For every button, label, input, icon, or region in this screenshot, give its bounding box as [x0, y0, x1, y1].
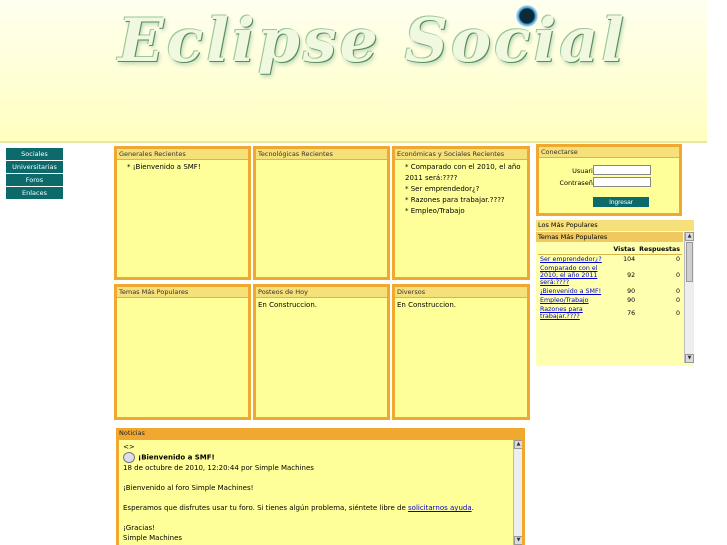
site-logo-title: Eclipse Social — [118, 6, 627, 76]
topic-link[interactable]: ¡Bienvenido a SMF! — [540, 288, 601, 295]
scroll-up-icon[interactable]: ▲ — [685, 232, 694, 241]
login-box: Conectarse Usuario: Contraseña: Ingresar — [536, 144, 682, 216]
panel-title: Generales Recientes — [117, 149, 248, 160]
panel-title: Tecnológicas Recientes — [256, 149, 387, 160]
panel-list-item[interactable]: * Comparado con el 2010, el año 2011 ser… — [399, 162, 523, 184]
scroll-down-icon[interactable]: ▼ — [514, 536, 522, 545]
eclipse-icon — [516, 5, 538, 27]
panel-title: Temas Más Populares — [117, 287, 248, 298]
views-cell: 92 — [627, 272, 636, 279]
popular-title: Los Más Populares — [536, 220, 694, 231]
username-input[interactable] — [593, 165, 651, 175]
panel-title: Posteos de Hoy — [256, 287, 387, 298]
help-link[interactable]: solicitarnos ayuda — [408, 504, 472, 512]
news-content: <> ¡Bienvenido a SMF! 18 de octubre de 2… — [119, 440, 522, 545]
replies-cell: 0 — [675, 256, 680, 263]
panel-text: En Construccion. — [397, 301, 456, 309]
replies-cell: 0 — [675, 288, 680, 295]
topic-link[interactable]: Comparado con el 2010, el año 2011 será:… — [540, 265, 597, 286]
news-paragraph-3: ¡Gracias! — [123, 524, 155, 532]
news-paragraph-2: Esperamos que disfrutes usar tu foro. Si… — [123, 503, 507, 513]
nav-item-foros[interactable]: Foros — [6, 174, 63, 187]
panel-generales-recientes: Generales Recientes * ¡Bienvenido a SMF! — [114, 146, 251, 280]
table-row: Ser emprendedor¿? 104 0 — [538, 255, 682, 265]
news-box: Noticias <> ¡Bienvenido a SMF! 18 de oct… — [116, 428, 525, 545]
news-paragraph-2-end: . — [471, 504, 474, 512]
popular-scrollbar[interactable]: ▲ ▼ — [684, 232, 694, 363]
replies-cell: 0 — [675, 297, 680, 304]
replies-cell: 0 — [675, 309, 680, 317]
views-cell: 90 — [627, 288, 636, 295]
side-nav: Sociales Universitarias Foros Enlaces — [6, 148, 63, 200]
views-column-header: Vistas — [611, 244, 638, 255]
news-signature: Simple Machines — [123, 534, 183, 542]
post-icon — [123, 452, 135, 463]
popular-box: Los Más Populares Temas Más Populares Vi… — [536, 220, 694, 366]
news-nav-arrows[interactable]: <> — [123, 442, 507, 452]
news-meta: 18 de octubre de 2010, 12:20:44 por Simp… — [123, 464, 314, 472]
password-row: Contraseña: — [539, 177, 685, 189]
news-scrollbar[interactable]: ▲ ▼ — [513, 440, 522, 545]
panel-list-item[interactable]: * Razones para trabajar.???? — [399, 195, 523, 206]
replies-column-header: Respuestas — [637, 244, 682, 255]
scroll-up-icon[interactable]: ▲ — [514, 440, 522, 449]
scroll-down-icon[interactable]: ▼ — [685, 354, 694, 363]
panel-list-item[interactable]: * ¡Bienvenido a SMF! — [121, 162, 244, 173]
replies-cell: 0 — [675, 272, 680, 279]
login-button[interactable]: Ingresar — [593, 197, 649, 207]
nav-item-universitarias[interactable]: Universitarias — [6, 161, 63, 174]
table-row: Empleo/Trabajo 90 0 — [538, 296, 682, 305]
views-cell: 104 — [623, 256, 636, 263]
scroll-thumb[interactable] — [686, 242, 693, 282]
topic-link[interactable]: Empleo/Trabajo — [540, 297, 589, 304]
topic-link[interactable]: Ser emprendedor¿? — [540, 256, 602, 263]
panel-title: Diversos — [395, 287, 527, 298]
panel-temas-populares: Temas Más Populares — [114, 284, 251, 420]
nav-item-enlaces[interactable]: Enlaces — [6, 187, 63, 200]
panel-posteos-de-hoy: Posteos de Hoy En Construccion. — [253, 284, 390, 420]
news-paragraph-2-text: Esperamos que disfrutes usar tu foro. Si… — [123, 504, 409, 512]
news-post-title-row: ¡Bienvenido a SMF! — [123, 452, 507, 463]
panel-text: En Construccion. — [258, 301, 317, 309]
panel-list-item[interactable]: * Ser emprendedor¿? — [399, 184, 523, 195]
popular-subtitle: Temas Más Populares — [536, 232, 683, 242]
table-row: Comparado con el 2010, el año 2011 será:… — [538, 264, 682, 287]
table-row: Razones para trabajar.???? 76 0 — [538, 305, 682, 321]
username-row: Usuario: — [539, 165, 685, 177]
popular-table: Vistas Respuestas Ser emprendedor¿? 104 … — [538, 244, 682, 321]
panel-tecnologicas-recientes: Tecnológicas Recientes — [253, 146, 390, 280]
login-title: Conectarse — [539, 147, 679, 158]
panel-title: Económicas y Sociales Recientes — [395, 149, 527, 160]
news-paragraph-1: ¡Bienvenido al foro Simple Machines! — [123, 484, 254, 492]
views-cell: 76 — [627, 309, 636, 317]
header-banner: Eclipse Social — [0, 0, 707, 143]
panel-list-item[interactable]: * Empleo/Trabajo — [399, 206, 523, 217]
panel-economicas-recientes: Económicas y Sociales Recientes * Compar… — [392, 146, 530, 280]
panel-diversos: Diversos En Construccion. — [392, 284, 530, 420]
topic-column-header — [538, 244, 612, 255]
news-title: Noticias — [119, 429, 145, 437]
news-post-title[interactable]: ¡Bienvenido a SMF! — [138, 454, 215, 462]
table-row: ¡Bienvenido a SMF! 90 0 — [538, 287, 682, 296]
views-cell: 90 — [627, 297, 636, 304]
password-input[interactable] — [593, 177, 651, 187]
topic-link[interactable]: Razones para trabajar.???? — [540, 306, 583, 320]
nav-item-sociales[interactable]: Sociales — [6, 148, 63, 161]
